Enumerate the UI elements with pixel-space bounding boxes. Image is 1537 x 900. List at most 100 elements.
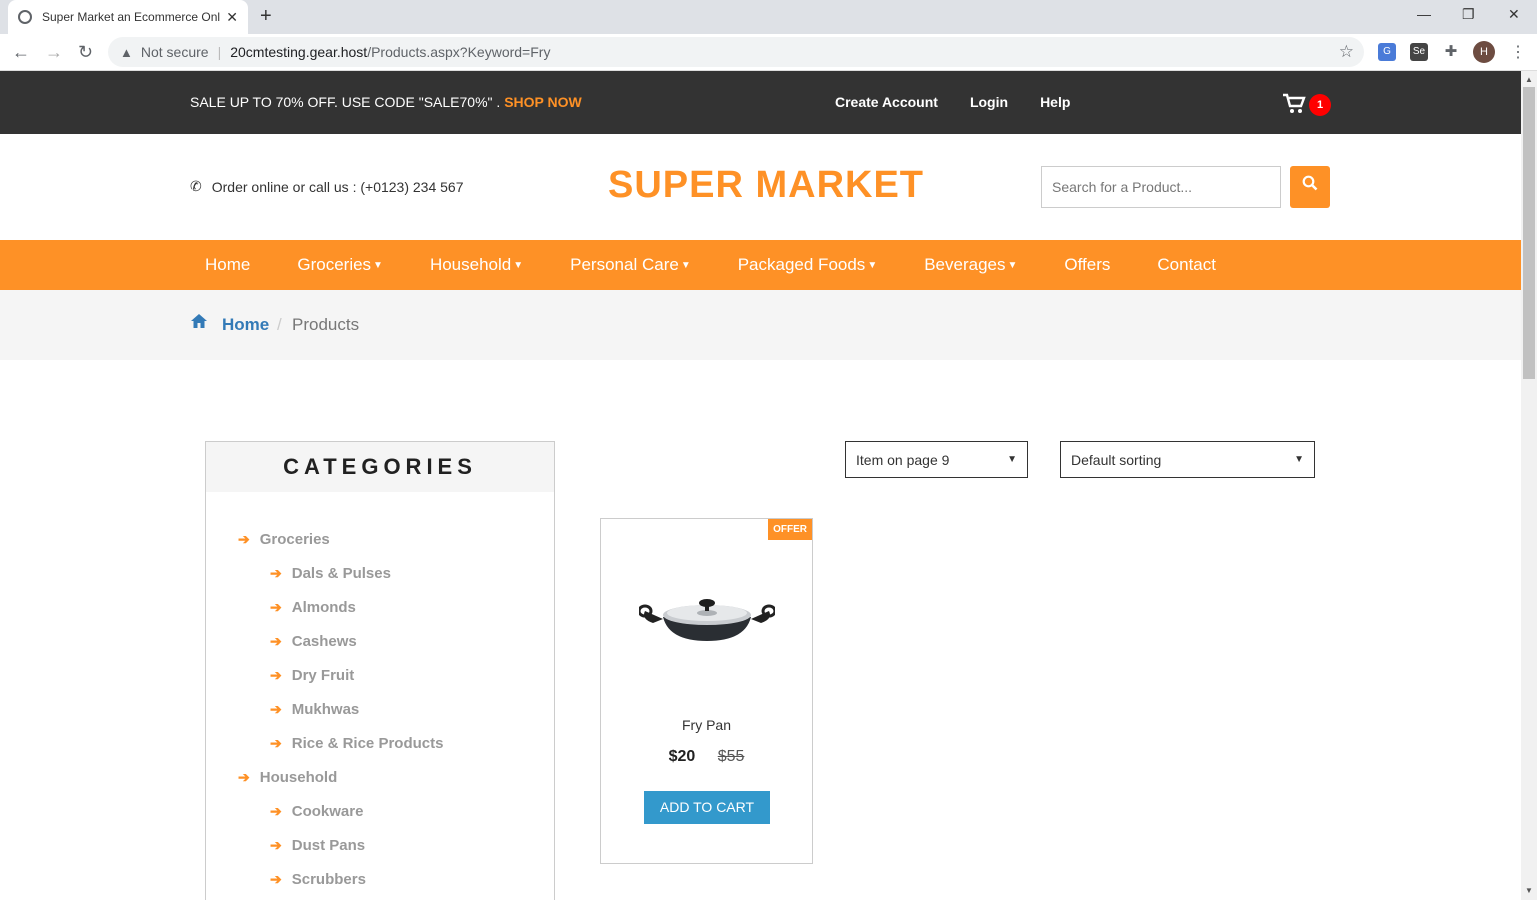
window-close-icon[interactable]: ✕ xyxy=(1508,6,1520,23)
caret-down-icon: ▼ xyxy=(373,260,383,272)
cart-icon[interactable] xyxy=(1282,93,1306,121)
arrow-right-icon: ➔ xyxy=(270,836,282,853)
breadcrumb: Home / Products xyxy=(0,290,1521,360)
product-image[interactable] xyxy=(639,589,775,649)
nav-packaged-foods[interactable]: Packaged Foods ▼ xyxy=(738,255,878,275)
translate-extension-icon[interactable]: G xyxy=(1378,43,1396,61)
search-input[interactable] xyxy=(1041,166,1281,208)
promo-bar: SALE UP TO 70% OFF. USE CODE "SALE70%" .… xyxy=(0,71,1521,134)
category-label: Rice & Rice Products xyxy=(291,734,444,752)
search-icon xyxy=(1302,175,1318,191)
menu-kebab-icon[interactable]: ⋮ xyxy=(1510,42,1526,62)
categories-title: CATEGORIES xyxy=(206,442,554,492)
category-item[interactable]: ➔ Dry Fruit xyxy=(206,658,554,692)
arrow-right-icon: ➔ xyxy=(270,700,282,717)
help-link[interactable]: Help xyxy=(1040,94,1070,110)
nav-offers[interactable]: Offers xyxy=(1064,255,1110,275)
category-label: Dals & Pulses xyxy=(291,564,391,582)
nav-label: Packaged Foods xyxy=(737,255,866,274)
category-item[interactable]: ➔ Cashews xyxy=(206,624,554,658)
page-scrollbar[interactable]: ▲ ▼ xyxy=(1521,71,1537,900)
close-tab-icon[interactable]: ✕ xyxy=(226,9,238,26)
nav-home[interactable]: Home xyxy=(205,255,250,275)
category-item[interactable]: ➔ Scrubbers xyxy=(206,862,554,896)
scroll-up-icon[interactable]: ▲ xyxy=(1525,75,1533,84)
caret-down-icon: ▼ xyxy=(513,260,524,272)
category-item[interactable]: ➔ Groceries xyxy=(206,522,554,556)
puzzle-extensions-icon[interactable]: ✚ xyxy=(1442,43,1460,61)
category-item[interactable]: ➔ Dust Pans xyxy=(206,828,554,862)
category-label: Cashews xyxy=(291,632,357,650)
search-button[interactable] xyxy=(1290,166,1330,208)
category-label: Almonds xyxy=(291,598,356,616)
nav-label: Offers xyxy=(1064,255,1111,274)
nav-household[interactable]: Household ▼ xyxy=(430,255,523,275)
nav-beverages[interactable]: Beverages ▼ xyxy=(924,255,1017,275)
reload-icon[interactable]: ↻ xyxy=(78,42,93,63)
restore-icon[interactable]: ❐ xyxy=(1462,6,1475,23)
category-item[interactable]: ➔ Mukhwas xyxy=(206,692,554,726)
minimize-icon[interactable]: — xyxy=(1417,6,1431,22)
scrollbar-thumb[interactable] xyxy=(1523,87,1535,379)
items-per-page-select[interactable]: Item on page 9 ▼ xyxy=(845,441,1028,478)
category-label: Dust Pans xyxy=(291,836,366,854)
site-logo[interactable]: SUPER MARKET xyxy=(608,164,924,207)
browser-tab[interactable]: Super Market an Ecommerce Onl ✕ xyxy=(8,0,248,34)
breadcrumb-home-link[interactable]: Home xyxy=(222,315,269,335)
login-link[interactable]: Login xyxy=(970,94,1008,110)
category-item[interactable]: ➔ Dals & Pulses xyxy=(206,556,554,590)
product-card: OFFER Fry Pan $20 $55 ADD TO CART xyxy=(600,518,813,864)
nav-personal-care[interactable]: Personal Care ▼ xyxy=(570,255,691,275)
arrow-right-icon: ➔ xyxy=(270,870,282,887)
chevron-down-icon: ▼ xyxy=(1294,454,1304,465)
category-item[interactable]: ➔ Household xyxy=(206,760,554,794)
selenium-extension-icon[interactable]: Se xyxy=(1410,43,1428,61)
forward-icon[interactable]: → xyxy=(45,42,63,63)
caret-down-icon: ▼ xyxy=(680,260,691,272)
items-per-page-value: Item on page 9 xyxy=(856,451,950,468)
category-item[interactable]: ➔ Cookware xyxy=(206,794,554,828)
phone-icon: ✆ xyxy=(190,178,202,194)
arrow-right-icon: ➔ xyxy=(270,564,282,581)
warning-icon: ▲ xyxy=(120,44,133,60)
browser-tab-bar: Super Market an Ecommerce Onl ✕ + — ❐ ✕ xyxy=(0,0,1537,34)
not-secure-label: Not secure xyxy=(140,44,209,60)
category-item[interactable]: ➔ Almonds xyxy=(206,590,554,624)
category-label: Dry Fruit xyxy=(291,666,355,684)
add-to-cart-button[interactable]: ADD TO CART xyxy=(644,791,770,824)
shop-now-link[interactable]: SHOP NOW xyxy=(504,94,582,110)
create-account-link[interactable]: Create Account xyxy=(835,94,938,110)
home-icon[interactable] xyxy=(190,313,208,334)
address-bar[interactable]: ▲ Not secure | 20cmtesting.gear.host /Pr… xyxy=(108,37,1364,67)
bookmark-star-icon[interactable]: ☆ xyxy=(1339,42,1354,62)
sorting-select[interactable]: Default sorting ▼ xyxy=(1060,441,1315,478)
globe-icon xyxy=(18,10,32,24)
main-nav: Home Groceries ▼ Household ▼ Personal Care… xyxy=(0,240,1521,290)
category-list: ➔ Groceries ➔ Dals & Pulses ➔ Almonds ➔ Cash… xyxy=(206,492,554,896)
category-label: Cookware xyxy=(291,802,364,820)
scroll-down-icon[interactable]: ▼ xyxy=(1525,886,1533,895)
category-item[interactable]: ➔ Rice & Rice Products xyxy=(206,726,554,760)
nav-contact[interactable]: Contact xyxy=(1157,255,1216,275)
back-icon[interactable]: ← xyxy=(12,42,30,63)
browser-toolbar: ← → ↻ ▲ Not secure | 20cmtesting.gear.ho… xyxy=(0,34,1537,71)
account-links: Create Account Login Help xyxy=(835,94,1070,110)
arrow-right-icon: ➔ xyxy=(270,802,282,819)
new-tab-icon[interactable]: + xyxy=(260,5,272,28)
arrow-right-icon: ➔ xyxy=(270,598,282,615)
nav-groceries[interactable]: Groceries ▼ xyxy=(297,255,383,275)
chevron-down-icon: ▼ xyxy=(1007,454,1017,465)
nav-label: Personal Care xyxy=(570,255,679,274)
product-name[interactable]: Fry Pan xyxy=(601,717,812,733)
nav-label: Contact xyxy=(1157,255,1216,274)
category-label: Household xyxy=(259,768,338,786)
sale-message: SALE UP TO 70% OFF. USE CODE "SALE70%" .… xyxy=(190,94,582,110)
profile-avatar[interactable]: H xyxy=(1473,41,1495,63)
product-old-price: $55 xyxy=(717,748,745,765)
category-label: Mukhwas xyxy=(291,700,360,718)
nav-label: Beverages xyxy=(924,255,1006,274)
arrow-right-icon: ➔ xyxy=(238,530,250,547)
address-divider: | xyxy=(217,44,222,60)
category-label: Groceries xyxy=(259,530,330,548)
tab-title: Super Market an Ecommerce Onl xyxy=(42,10,221,24)
